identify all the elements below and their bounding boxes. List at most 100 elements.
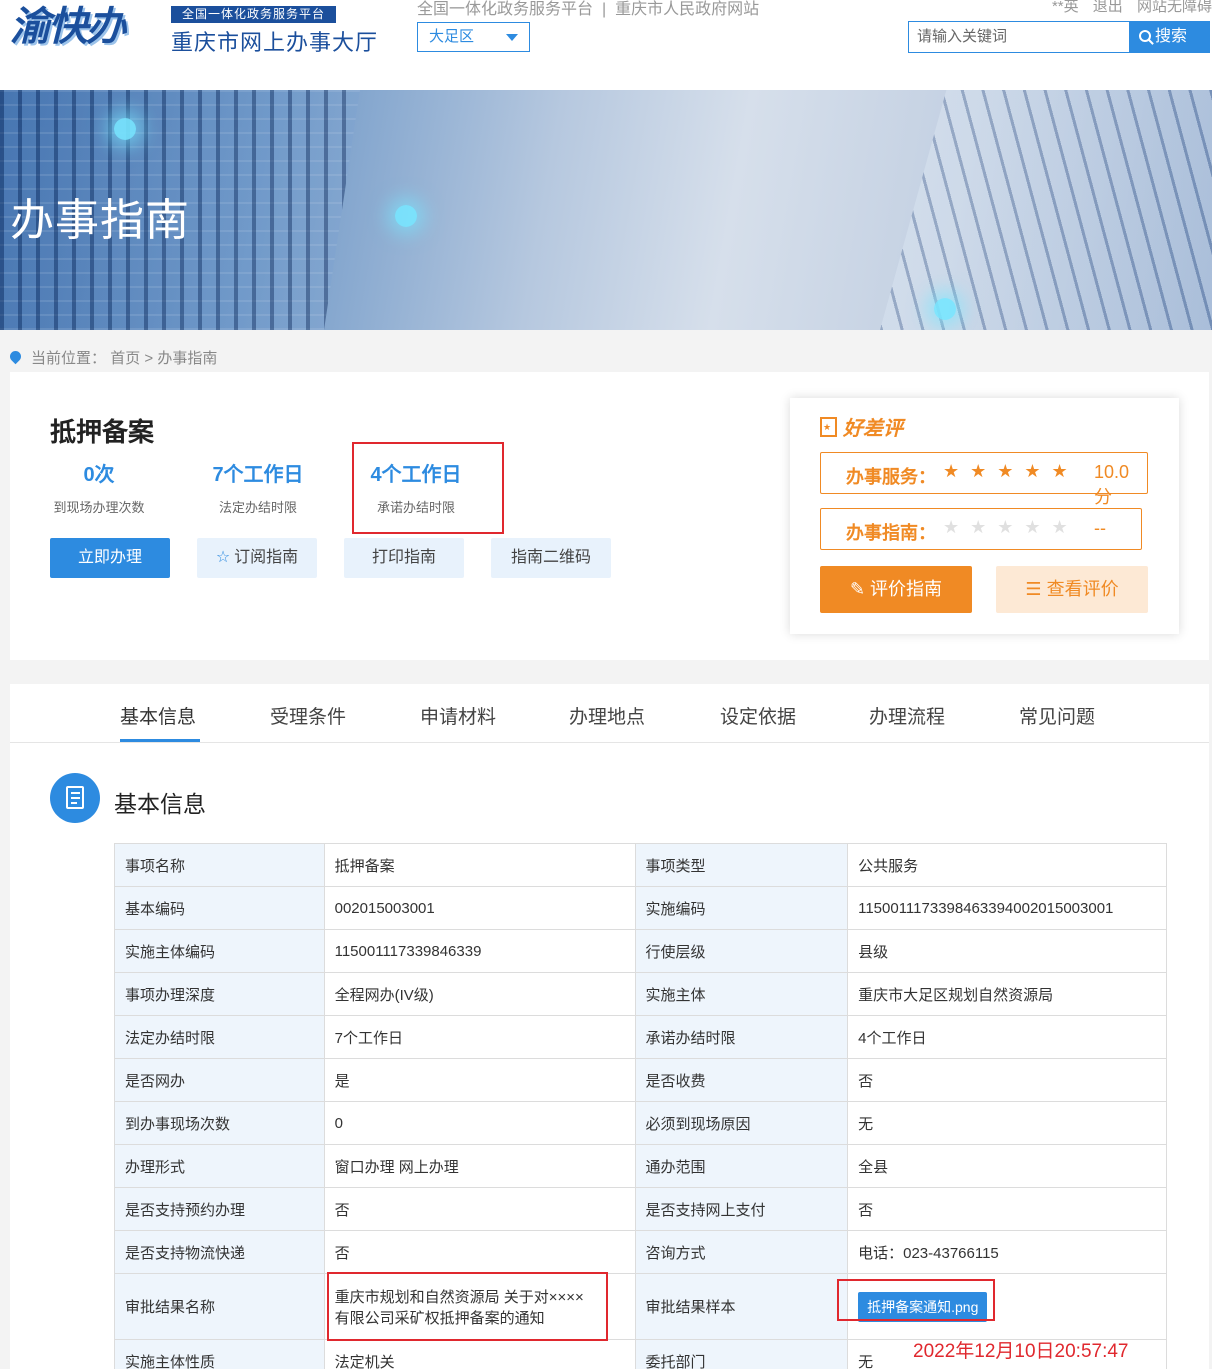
table-row: 是否支持预约办理否是否支持网上支付否 (114, 1187, 1167, 1231)
logout-link[interactable]: 退出 (1093, 0, 1123, 15)
field-value: 全程网办(IV级) (323, 972, 636, 1016)
banner-glow (934, 298, 956, 320)
field-value: 县级 (847, 929, 1167, 973)
field-value: 否 (323, 1187, 636, 1231)
view-reviews-button[interactable]: ☰ 查看评价 (996, 566, 1148, 613)
breadcrumb-separator: > (144, 350, 154, 367)
table-row: 事项名称 抵押备案 事项类型 公共服务 (114, 843, 1167, 887)
view-reviews-icon: ☰ (1025, 579, 1042, 599)
detail-tabs: 基本信息 受理条件 申请材料 办理地点 设定依据 办理流程 常见问题 (10, 684, 1209, 743)
tab-process[interactable]: 办理流程 (869, 702, 945, 729)
evaluate-guide-button[interactable]: ✎ 评价指南 (820, 566, 972, 613)
print-guide-button[interactable]: 打印指南 (344, 538, 464, 578)
edit-icon: ✎ (849, 579, 866, 599)
guide-rating-value: -- (1094, 518, 1106, 538)
field-label: 实施主体编码 (114, 929, 325, 973)
approval-result-sample: 抵押备案通知.png (837, 1273, 1167, 1340)
table-row: 办理形式 窗口办理 网上办理 通办范围 全县 (114, 1144, 1167, 1188)
table-row: 基本编码 002015003001 实施编码 11500111733984633940… (114, 886, 1167, 930)
guide-qrcode-button[interactable]: 指南二维码 (491, 538, 611, 578)
field-value: 4个工作日 (847, 1015, 1167, 1059)
table-row: 法定办结时限 7个工作日 承诺办结时限 4个工作日 (114, 1015, 1167, 1059)
medal-icon (820, 417, 837, 437)
section-title: 基本信息 (114, 791, 206, 817)
guide-rating-stars: ★★★★★ (943, 517, 1079, 537)
rating-title-text: 好差评 (843, 418, 903, 440)
tab-locations[interactable]: 办理地点 (569, 702, 645, 729)
field-label: 审批结果样本 (634, 1273, 849, 1340)
subscribe-guide-button[interactable]: ☆ 订阅指南 (197, 538, 317, 578)
field-value: 抵押备案 (323, 843, 636, 887)
rating-title: 好差评 (820, 412, 903, 441)
table-row: 到办事现场次数 0 必须到现场原因无 (114, 1101, 1167, 1145)
field-label: 事项类型 (634, 843, 849, 887)
top-link-separator: | (602, 1, 607, 18)
breadcrumb-home[interactable]: 首页 (110, 350, 140, 367)
breadcrumb-current: 办事指南 (157, 350, 218, 367)
field-value: 无 (847, 1101, 1167, 1145)
table-row: 是否网办是是否收费否 (114, 1058, 1167, 1102)
field-label: 是否支持物流快递 (114, 1230, 325, 1274)
highlight-box (837, 1279, 996, 1321)
field-value: 是 (323, 1058, 636, 1102)
field-label: 是否网办 (114, 1058, 325, 1102)
field-value: 公共服务 (847, 843, 1167, 887)
guide-rating-row: 办事指南： ★★★★★ -- (820, 508, 1142, 550)
field-label: 实施编码 (634, 886, 849, 930)
document-icon (50, 773, 100, 823)
search-button[interactable]: 搜索 (1129, 21, 1210, 53)
stat-value: 0次 (83, 464, 115, 486)
search-input[interactable]: 请输入关键词 (908, 21, 1130, 53)
item-summary-card: 抵押备案 0次 到现场办理次数 7个工作日 法定办结时限 4个工作日 承诺办结时… (10, 372, 1209, 660)
municipal-gov-link[interactable]: 重庆市人民政府网站 (615, 1, 759, 18)
field-value: 否 (323, 1230, 636, 1274)
service-rating-stars: ★★★★★ (943, 461, 1079, 481)
search-button-label: 搜索 (1155, 28, 1188, 45)
tab-acceptance-conditions[interactable]: 受理条件 (270, 702, 346, 729)
highlight-box (352, 442, 504, 534)
field-label: 委托部门 (634, 1339, 849, 1369)
table-row: 事项办理深度 全程网办(IV级) 实施主体 重庆市大足区规划自然资源局 (114, 972, 1167, 1016)
tab-application-materials[interactable]: 申请材料 (420, 702, 496, 729)
field-value: 否 (847, 1187, 1167, 1231)
field-value: 115001117339846339 (323, 929, 636, 973)
tab-legal-basis[interactable]: 设定依据 (720, 702, 796, 729)
field-value: 否 (847, 1058, 1167, 1102)
accessibility-link[interactable]: 网站无障碍 (1137, 0, 1212, 15)
national-platform-link[interactable]: 全国一体化政务服务平台 (417, 1, 593, 18)
table-row: 审批结果名称 重庆市规划和自然资源局 关于对×××× 有限公司采矿权抵押备案的通知审… (114, 1272, 1167, 1341)
service-rating-row: 办事服务： ★★★★★ 10.0分 (820, 452, 1148, 507)
active-tab-indicator (120, 739, 200, 742)
field-value: 0 (323, 1101, 636, 1145)
field-label: 必须到现场原因 (634, 1101, 849, 1145)
field-label: 事项名称 (114, 843, 325, 887)
field-label: 基本编码 (114, 886, 325, 930)
breadcrumb: 当前位置： 首页 > 办事指南 (7, 347, 218, 368)
search-icon (1139, 30, 1151, 42)
approval-result-name: 重庆市规划和自然资源局 关于对×××× 有限公司采矿权抵押备案的通知 (323, 1272, 636, 1341)
site-title[interactable]: 重庆市网上办事大厅 (171, 25, 378, 57)
banner-glow (395, 205, 417, 227)
tab-faq[interactable]: 常见问题 (1019, 702, 1095, 729)
apply-now-button[interactable]: 立即办理 (50, 538, 170, 578)
field-value: 7个工作日 (323, 1015, 636, 1059)
tab-basic-info[interactable]: 基本信息 (120, 702, 196, 729)
stat-onsite-visits: 0次 到现场办理次数 (50, 458, 148, 516)
field-label: 法定办结时限 (114, 1015, 325, 1059)
field-value: 11500111733984633940020150030​01 (847, 886, 1167, 930)
basic-info-table: 事项名称 抵押备案 事项类型 公共服务 基本编码 002015003001 实施编码 1150… (114, 843, 1167, 1369)
logo[interactable]: 渝快办 (10, 2, 160, 52)
stat-value: 7个工作日 (212, 464, 304, 486)
rating-panel: 好差评 办事服务： ★★★★★ 10.0分 办事指南： ★★★★★ -- ✎ 评… (790, 398, 1179, 634)
star-outline-icon: ☆ (215, 549, 231, 566)
field-value: 电话：023-43766115 (847, 1230, 1167, 1274)
region-select[interactable]: 大足区 (417, 22, 530, 52)
field-value: 重庆市大足区规划自然资源局 (847, 972, 1167, 1016)
highlight-box (326, 1272, 608, 1341)
field-label: 是否支持网上支付 (634, 1187, 849, 1231)
field-label: 咨询方式 (634, 1230, 849, 1274)
location-pin-icon (7, 348, 24, 365)
field-value: 窗口办理 网上办理 (323, 1144, 636, 1188)
user-name[interactable]: **英 (1052, 0, 1079, 15)
field-value: 002015003001 (323, 886, 636, 930)
